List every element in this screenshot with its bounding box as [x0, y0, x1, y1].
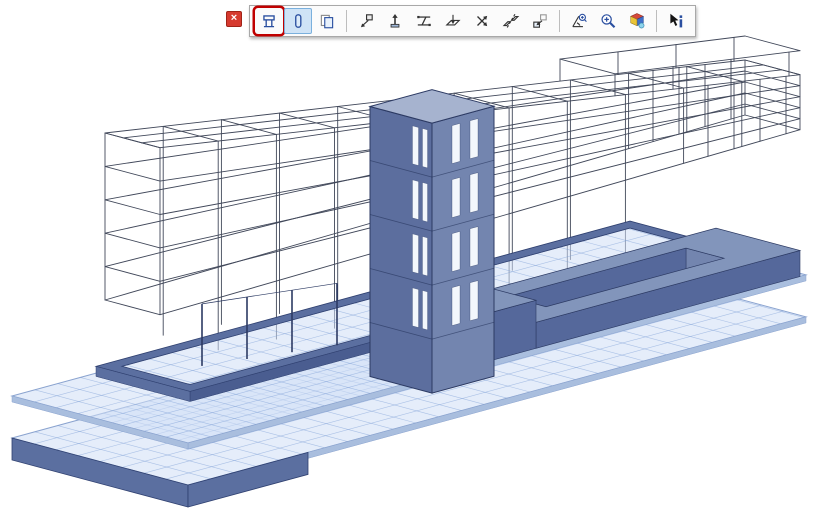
mirror-button[interactable] — [497, 8, 525, 34]
elevate-icon — [386, 12, 404, 30]
core-tower[interactable] — [370, 90, 494, 394]
drag-icon — [357, 12, 375, 30]
column-tool-button[interactable] — [284, 8, 312, 34]
cutaway-3d-button[interactable] — [623, 8, 651, 34]
toolbar — [249, 5, 696, 37]
offset-icon — [444, 12, 462, 30]
element-info-icon — [667, 12, 685, 30]
toolbar-separator — [346, 10, 347, 32]
mirror-icon — [502, 12, 520, 30]
close-button[interactable]: × — [226, 11, 242, 27]
offset-button[interactable] — [439, 8, 467, 34]
rotate-view-icon — [570, 12, 588, 30]
drag-button[interactable] — [352, 8, 380, 34]
toolbar-separator — [559, 10, 560, 32]
element-info-button[interactable] — [662, 8, 690, 34]
3d-viewport[interactable] — [0, 0, 829, 519]
stretch-icon — [415, 12, 433, 30]
rotate-view-button[interactable] — [565, 8, 593, 34]
cutaway-3d-icon — [628, 12, 646, 30]
furniture-tool-icon — [260, 12, 278, 30]
floating-toolbar: × — [226, 5, 696, 37]
elevate-button[interactable] — [381, 8, 409, 34]
copy-tool-icon — [318, 12, 336, 30]
stretch-button[interactable] — [410, 8, 438, 34]
toolbar-separator — [656, 10, 657, 32]
multiply-icon — [473, 12, 491, 30]
drag-copy-button[interactable] — [526, 8, 554, 34]
furniture-tool-button[interactable] — [255, 8, 283, 34]
drag-copy-icon — [531, 12, 549, 30]
multiply-button[interactable] — [468, 8, 496, 34]
zoom-in-icon — [599, 12, 617, 30]
copy-tool-button[interactable] — [313, 8, 341, 34]
zoom-in-button[interactable] — [594, 8, 622, 34]
column-tool-icon — [289, 12, 307, 30]
